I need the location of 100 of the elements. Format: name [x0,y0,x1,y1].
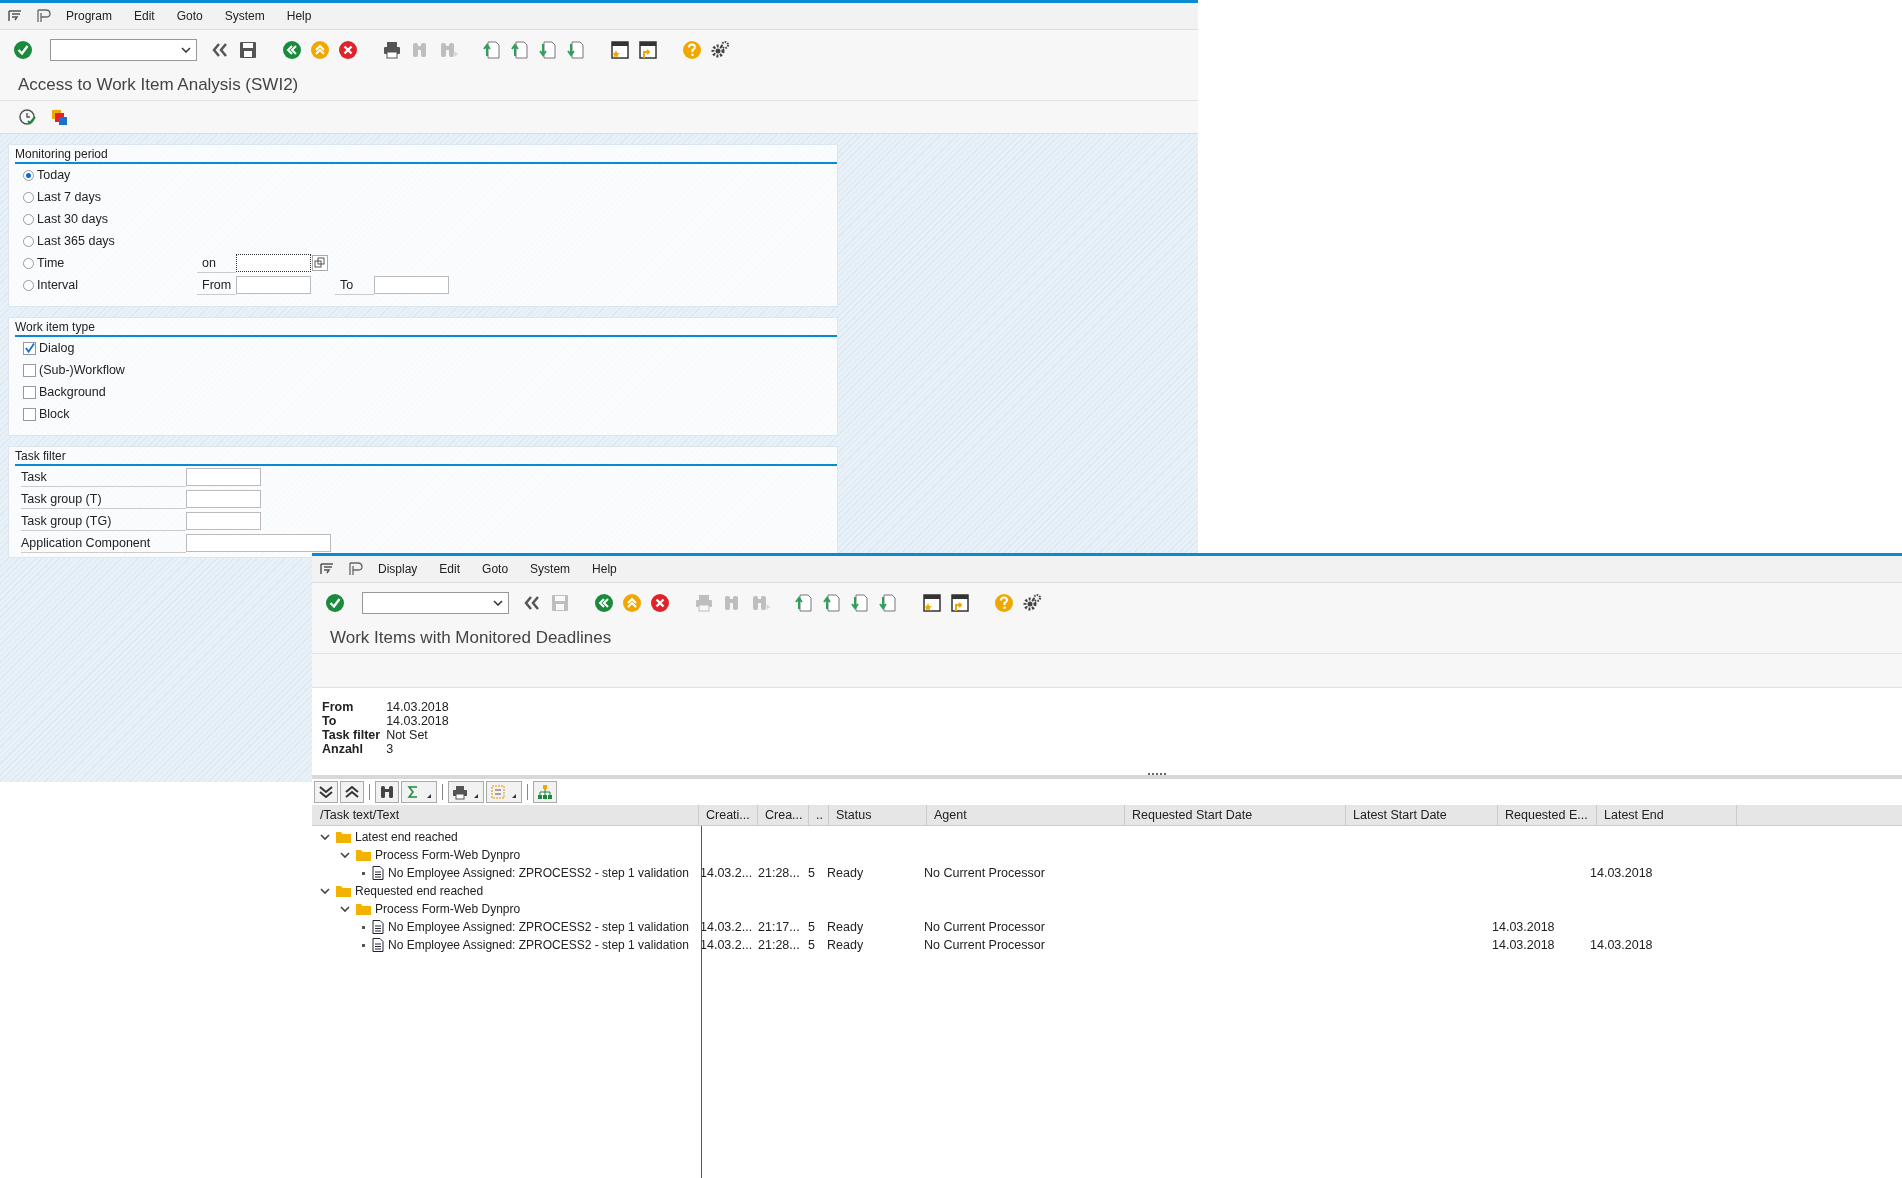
to-input-field[interactable] [374,276,449,294]
menu-item[interactable]: System [224,9,265,23]
menu-item[interactable]: Goto [176,9,203,23]
tree-node-label[interactable]: No Employee Assigned: ZPROCESS2 - step 1 validation [388,920,689,934]
radio-button[interactable] [23,257,34,269]
radio-button[interactable] [23,169,34,181]
input-field[interactable] [186,468,261,486]
value-help-icon[interactable] [312,255,328,271]
up-icon[interactable] [309,39,331,61]
menu-item[interactable]: Program [66,9,112,23]
table-cell: 14.03.2... [700,866,753,880]
page-arrow-icon[interactable] [537,39,559,61]
menu-item[interactable]: Display [378,562,418,576]
page-arrow-icon[interactable] [481,39,503,61]
table-cell: Ready [827,920,864,934]
page-arrow-icon[interactable] [877,592,899,614]
menu-icon[interactable] [320,563,334,575]
command-field[interactable] [50,39,197,61]
back-icon[interactable] [281,39,303,61]
caret-down-icon[interactable] [340,850,350,860]
page-arrow-icon[interactable] [565,39,587,61]
checkbox-label: (Sub-)Workflow [39,363,125,377]
column-header[interactable]: Crea... [758,805,809,825]
column-header[interactable]: Status [829,805,927,825]
radio-button[interactable] [23,191,34,203]
table-cell: 21:28... [758,866,800,880]
find-button[interactable] [375,781,399,803]
cancel-icon[interactable] [337,39,359,61]
execute-clock-icon[interactable] [18,108,36,126]
menu-item[interactable]: Help [286,9,312,23]
menu-icon[interactable] [8,10,22,22]
caret-down-icon[interactable] [340,904,350,914]
enter-icon[interactable] [12,39,34,61]
enter-icon[interactable] [324,592,346,614]
window-star-icon[interactable] [609,39,631,61]
up-icon[interactable] [621,592,643,614]
folder-icon [356,903,371,915]
radio-button[interactable] [23,213,34,225]
column-header[interactable]: Requested Start Date [1125,805,1346,825]
column-header[interactable]: .. [809,805,829,825]
folder-icon [336,831,351,843]
from-input-field[interactable] [236,276,311,294]
help-icon[interactable] [993,592,1015,614]
page-arrow-icon[interactable] [821,592,843,614]
page-arrow-icon[interactable] [849,592,871,614]
time-input-field[interactable] [236,254,311,272]
checkbox[interactable] [23,363,36,377]
caret-down-icon[interactable] [320,832,330,842]
column-header[interactable]: Requested E... [1498,805,1597,825]
tree-node-label[interactable]: Process Form-Web Dynpro [375,848,521,862]
tree-node-label[interactable]: No Employee Assigned: ZPROCESS2 - step 1 validation [388,866,689,880]
window-arrow-icon[interactable] [637,39,659,61]
column-header[interactable]: Creati... [699,805,758,825]
window-arrow-icon[interactable] [949,592,971,614]
menu-item[interactable]: Edit [439,562,461,576]
column-header[interactable]: Latest Start Date [1346,805,1498,825]
hierarchy-button[interactable] [533,781,557,803]
checkbox[interactable] [23,385,36,399]
menu-item[interactable]: Help [592,562,617,576]
page-arrow-icon[interactable] [793,592,815,614]
squares-icon[interactable] [50,108,68,126]
column-header[interactable]: Latest End [1597,805,1737,825]
checkbox[interactable] [23,341,36,355]
layout-icon [490,784,518,800]
tree-node-label[interactable]: Requested end reached [355,884,484,898]
window-star-icon[interactable] [921,592,943,614]
layout-icon[interactable] [36,9,52,23]
input-field[interactable] [186,534,331,552]
info-value: 3 [386,742,395,756]
radio-button[interactable] [23,235,34,247]
help-icon[interactable] [681,39,703,61]
save-icon[interactable] [237,39,259,61]
column-header[interactable]: /Task text/Text [314,805,699,825]
splitter-handle[interactable] [1148,773,1166,777]
menu-item[interactable]: Goto [482,562,509,576]
printer-icon [452,784,480,800]
collapse-all-button[interactable] [340,781,364,803]
input-field[interactable] [186,490,261,508]
expand-all-button[interactable] [314,781,338,803]
table-cell: 14.03.2018 [1492,938,1555,952]
radio-button[interactable] [23,279,34,291]
menu-item[interactable]: System [530,562,571,576]
tree-node-label[interactable]: Latest end reached [355,830,458,844]
cancel-icon[interactable] [649,592,671,614]
screen-title: Access to Work Item Analysis (SWI2) [0,70,1198,101]
checkbox[interactable] [23,407,36,421]
table-cell: 5 [808,866,815,880]
command-field[interactable] [362,592,509,614]
column-header[interactable]: Agent [927,805,1125,825]
tree-node-label[interactable]: No Employee Assigned: ZPROCESS2 - step 1 validation [388,938,689,952]
page-arrow-icon[interactable] [509,39,531,61]
tree-node-label[interactable]: Process Form-Web Dynpro [375,902,521,916]
document-icon [372,920,384,934]
print-icon[interactable] [381,39,403,61]
input-field[interactable] [186,512,261,530]
back-icon[interactable] [593,592,615,614]
menu-item[interactable]: Edit [134,9,155,23]
print-button[interactable] [448,781,484,803]
layout-icon[interactable] [348,562,364,576]
caret-down-icon[interactable] [320,886,330,896]
